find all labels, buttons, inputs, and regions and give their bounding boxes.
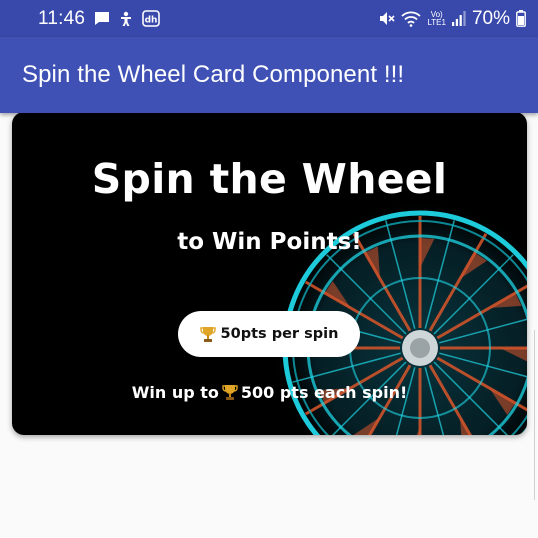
card-title: Spin the Wheel (91, 155, 448, 203)
battery-icon (516, 10, 526, 27)
status-right: Vo) LTE1 70% (378, 8, 526, 30)
app-dh-icon: dh (142, 10, 160, 27)
app-title: Spin the Wheel Card Component !!! (22, 61, 405, 88)
footer-prefix: Win up to (131, 383, 219, 402)
points-per-spin-button[interactable]: 50pts per spin (178, 311, 360, 357)
mute-icon (378, 10, 396, 27)
card-subtitle: to Win Points! (177, 229, 362, 255)
accessibility-icon (119, 11, 133, 27)
app-bar: Spin the Wheel Card Component !!! (0, 37, 538, 113)
status-left: 11:46 dh (38, 8, 160, 30)
status-bar: 11:46 dh Vo) LTE1 70% (0, 0, 538, 37)
spin-wheel-card[interactable]: Spin the Wheel to Win Points! 50pts per … (12, 112, 527, 435)
svg-text:dh: dh (145, 16, 158, 26)
trophy-icon (199, 326, 216, 343)
trophy-icon (222, 384, 238, 401)
battery-percentage: 70% (471, 7, 510, 29)
lte-indicator: Vo) LTE1 (427, 10, 446, 27)
pill-label: 50pts per spin (220, 326, 339, 342)
max-points-text: Win up to 500 pts each spin! (12, 383, 527, 402)
scroll-edge (534, 330, 538, 500)
wifi-icon (401, 11, 422, 27)
footer-suffix: 500 pts each spin! (240, 383, 408, 402)
signal-icon (451, 11, 466, 26)
status-time: 11:46 (38, 7, 86, 29)
lte-bottom-label: LTE1 (427, 17, 446, 27)
message-icon (94, 11, 110, 26)
